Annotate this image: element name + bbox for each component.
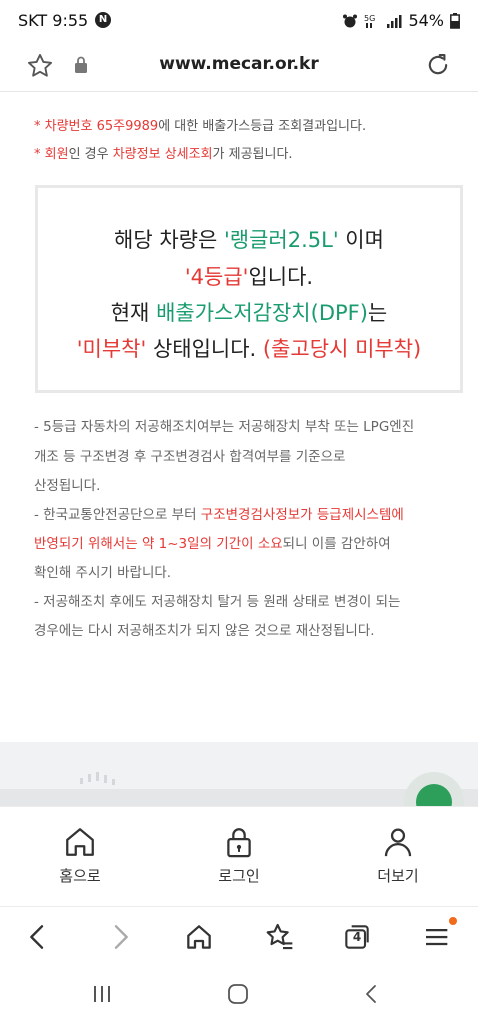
menu-button[interactable] [422, 917, 457, 953]
bullet-2-line-2: 반영되기 위해서는 약 1~3일의 기간이 소요되니 이를 감안하여 [34, 536, 391, 552]
home-button-icon[interactable] [226, 982, 250, 1006]
back-arrow-icon[interactable] [22, 921, 54, 953]
bullet-2-line-1: - 한국교통안전공단으로 부터 구조변경검사정보가 등급제시스템에 [34, 507, 404, 523]
result-box: 해당 차량은 '랭글러2.5L' 이며 '4등급'입니다. 현재 배출가스저감장… [35, 185, 463, 393]
tabs-button[interactable]: 4 [341, 921, 373, 953]
bullet-1-line-3: 산정됩니다. [34, 478, 101, 494]
nav-more-label: 더보기 [377, 867, 419, 885]
bullet-1-line-2: 개조 등 구조변경 후 구조변경검사 합격여부를 기준으로 [34, 449, 346, 465]
result-line-2: '4등급'입니다. [184, 265, 314, 289]
status-icons: 5G 54% [342, 11, 460, 30]
url-text[interactable]: www.mecar.or.kr [0, 54, 478, 74]
vehicle-number: 차량번호 65주9989 [44, 119, 159, 134]
result-line-3: 현재 배출가스저감장치(DPF)는 [110, 301, 388, 325]
vehicle-model: '랭글러2.5L' [224, 228, 339, 252]
tabs-count: 4 [352, 930, 362, 944]
recents-icon[interactable] [90, 982, 114, 1006]
bookmark-star-icon[interactable] [263, 921, 295, 953]
bullet-2-line-3: 확인해 주시기 바랍니다. [34, 565, 172, 581]
factory-note: (출고당시 미부착) [262, 337, 422, 361]
status-bar: SKT 9:55 N 5G 54% [0, 0, 478, 40]
nav-more[interactable]: 더보기 [348, 825, 448, 886]
back-button-icon[interactable] [360, 982, 384, 1006]
forward-arrow-icon[interactable] [104, 921, 136, 953]
svg-text:5G: 5G [364, 14, 375, 23]
battery-icon [450, 12, 460, 29]
result-line-1: 해당 차량은 '랭글러2.5L' 이며 [114, 228, 384, 252]
floating-button[interactable] [404, 772, 464, 806]
system-nav-bar [0, 966, 478, 1024]
battery-text: 54% [408, 11, 444, 30]
browser-toolbar: 4 [0, 906, 478, 966]
vehicle-detail-link[interactable]: 차량정보 상세조회 [113, 147, 213, 162]
vehicle-number-note: * 차량번호 65주9989에 대한 배출가스등급 조회결과입니다. [34, 119, 367, 134]
reload-icon[interactable] [424, 51, 452, 79]
nav-login-label: 로그인 [218, 867, 260, 885]
person-icon [384, 828, 412, 857]
nav-home-label: 홈으로 [59, 867, 101, 885]
result-line-4: '미부착' 상태입니다. (출고당시 미부착) [76, 337, 422, 361]
browser-home-icon[interactable] [183, 921, 215, 953]
padlock-icon [227, 828, 251, 858]
bullet-1-line-1: - 5등급 자동차의 저공해조치여부는 저공해장치 부착 또는 LPG엔진 [34, 419, 415, 435]
nav-login[interactable]: 로그인 [189, 825, 289, 886]
floating-button-dot [416, 784, 452, 806]
dpf-status: '미부착' [76, 337, 147, 361]
app-bottom-nav: 홈으로 로그인 더보기 [0, 806, 478, 906]
footer-area [0, 742, 478, 806]
home-icon [66, 828, 94, 856]
emission-grade: '4등급' [184, 265, 249, 289]
notification-badge-icon: N [95, 12, 111, 28]
nav-home[interactable]: 홈으로 [30, 825, 130, 886]
alarm-icon [343, 14, 358, 27]
member-link[interactable]: 회원 [45, 147, 69, 162]
carrier-time: SKT 9:55 [18, 11, 89, 30]
menu-notification-dot [449, 917, 457, 925]
network-5g-icon: 5G [364, 14, 376, 28]
bullet-3-line-2: 경우에는 다시 저공해조치가 되지 않은 것으로 재산정됩니다. [34, 623, 375, 639]
dpf-label: 배출가스저감장치(DPF) [156, 301, 368, 325]
bullet-3-line-1: - 저공해조치 후에도 저공해장치 탈거 등 원래 상태로 변경이 되는 [34, 594, 401, 610]
menu-icon [426, 929, 448, 946]
member-note: * 회원인 경우 차량정보 상세조회가 제공됩니다. [34, 147, 293, 162]
signal-icon [387, 14, 402, 28]
address-bar: www.mecar.or.kr [0, 40, 478, 92]
